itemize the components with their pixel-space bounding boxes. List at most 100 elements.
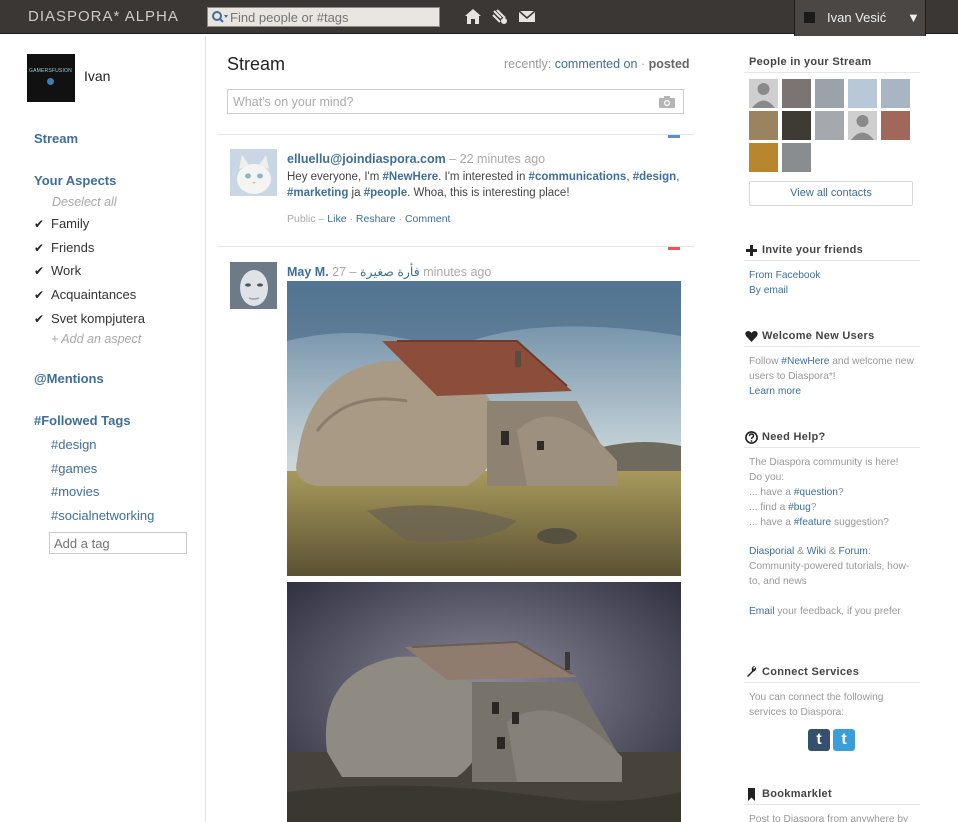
app-logo[interactable]: DIASPORA* ALPHA [28, 8, 179, 25]
tag-link-socialnetworking[interactable]: #socialnetworking [51, 508, 154, 523]
contact-avatar[interactable] [749, 143, 778, 172]
connect-text-line: You can connect the following [749, 692, 884, 703]
tumblr-button[interactable]: t [808, 729, 830, 751]
welcome-text: Follow #NewHere and welcome new users to… [749, 354, 921, 399]
post-photo[interactable] [287, 281, 681, 576]
aspect-item-acquaintances[interactable]: ✔ Acquaintances [34, 287, 136, 302]
contact-avatar[interactable] [848, 111, 877, 140]
email-feedback-link[interactable]: Email [749, 606, 774, 617]
tag-link[interactable]: #design [633, 171, 676, 183]
search-input[interactable] [230, 9, 435, 25]
notifications-icon[interactable] [491, 8, 509, 25]
contact-avatar[interactable] [749, 79, 778, 108]
community-text-part: & [794, 546, 807, 557]
add-aspect-link[interactable]: + Add an aspect [51, 332, 141, 346]
add-tag-input[interactable] [49, 532, 187, 554]
contact-avatar[interactable] [815, 111, 844, 140]
avatar[interactable]: GAMERSFUSION [27, 54, 75, 102]
help-text-part: ... have a [749, 517, 794, 528]
post-author-link[interactable]: May M. [287, 265, 329, 279]
like-link[interactable]: Like [327, 213, 346, 225]
chevron-down-icon[interactable]: ▼ [907, 10, 920, 25]
aspect-item-friends[interactable]: ✔ Friends [34, 240, 94, 255]
feature-tag-link[interactable]: #feature [794, 517, 831, 528]
forum-link[interactable]: Forum [838, 546, 867, 557]
hide-post-button[interactable] [668, 135, 680, 138]
post-author-link[interactable]: elluellu@joindiaspora.com [287, 152, 446, 166]
contact-avatar[interactable] [881, 79, 910, 108]
diasporial-link[interactable]: Diasporial [749, 546, 794, 557]
checkmark-icon: ✔ [34, 264, 45, 278]
post-header: May M. 27 – فأرة صغيرة minutes ago [287, 264, 491, 279]
post-avatar[interactable] [230, 262, 277, 309]
post-timestamp[interactable]: minutes ago [423, 265, 491, 279]
publisher-input[interactable]: What's on your mind? [227, 89, 684, 114]
tag-link-design[interactable]: #design [51, 437, 97, 452]
tag-link[interactable]: #marketing [287, 187, 348, 199]
post-photo[interactable] [287, 582, 681, 822]
aspect-item-work[interactable]: ✔ Work [34, 263, 81, 278]
stream-sort: recently: commented on · posted [504, 57, 690, 71]
divider [744, 260, 920, 261]
newhere-tag-link[interactable]: #NewHere [781, 356, 829, 367]
hide-post-button[interactable] [668, 247, 680, 250]
mail-icon[interactable] [518, 8, 536, 25]
contact-avatar[interactable] [782, 111, 811, 140]
people-heading: People in your Stream [749, 56, 872, 68]
connect-heading: Connect Services [762, 666, 860, 678]
checkmark-icon: ✔ [34, 312, 45, 326]
post-timestamp[interactable]: – 22 minutes ago [449, 152, 545, 166]
user-menu-avatar [804, 12, 815, 23]
plus-icon [746, 245, 757, 256]
contact-avatar[interactable] [848, 79, 877, 108]
comment-link[interactable]: Comment [405, 213, 451, 225]
aspect-label: Family [51, 216, 90, 231]
question-tag-link[interactable]: #question [794, 487, 838, 498]
tag-link[interactable]: #people [364, 187, 407, 199]
post-text-part: , [676, 171, 680, 183]
feedback-text-part: your feedback, if you prefer [774, 606, 901, 617]
deselect-all-link[interactable]: Deselect all [52, 195, 117, 209]
sidebar-item-followed-tags[interactable]: #Followed Tags [34, 413, 131, 428]
view-all-contacts-button[interactable]: View all contacts [749, 181, 913, 206]
aspect-label: Acquaintances [51, 287, 137, 302]
tag-link-games[interactable]: #games [51, 461, 97, 476]
contact-avatar[interactable] [881, 111, 910, 140]
feedback-text: Email your feedback, if you prefer [749, 604, 921, 619]
aspect-item-svet-kompjutera[interactable]: ✔ Svet kompjutera [34, 311, 145, 326]
wiki-link[interactable]: Wiki [807, 546, 826, 557]
top-bar: DIASPORA* ALPHA Ivan Vesić ▼ [0, 0, 958, 36]
tag-link[interactable]: #communications [529, 171, 627, 183]
face-avatar-image [230, 262, 277, 309]
avatar-text: GAMERSFUSION [29, 68, 72, 74]
user-menu[interactable]: Ivan Vesić ▼ [794, 0, 926, 36]
by-email-link[interactable]: By email [749, 285, 788, 296]
post-avatar[interactable] [230, 149, 277, 196]
search-box[interactable] [207, 7, 440, 27]
contact-avatar[interactable] [749, 111, 778, 140]
contact-avatar[interactable] [782, 79, 811, 108]
divider [744, 447, 920, 448]
post-visibility[interactable]: Public [287, 213, 316, 225]
aspect-item-family[interactable]: ✔ Family [34, 216, 89, 231]
profile-name[interactable]: Ivan [84, 68, 110, 84]
post-text-part: Hey everyone, I'm [287, 171, 383, 183]
camera-icon[interactable] [659, 95, 675, 108]
sidebar-item-aspects[interactable]: Your Aspects [34, 173, 116, 188]
contact-avatar[interactable] [815, 79, 844, 108]
learn-more-link[interactable]: Learn more [749, 386, 801, 397]
sidebar-item-stream[interactable]: Stream [34, 131, 78, 146]
sort-commented-link[interactable]: commented on [555, 57, 638, 71]
from-facebook-link[interactable]: From Facebook [749, 270, 820, 281]
divider [217, 246, 694, 247]
bug-tag-link[interactable]: #bug [788, 502, 811, 513]
tag-link-movies[interactable]: #movies [51, 484, 99, 499]
sort-posted-link[interactable]: posted [649, 57, 690, 71]
home-icon[interactable] [464, 8, 482, 25]
reshare-link[interactable]: Reshare [356, 213, 396, 225]
tag-link[interactable]: #NewHere [383, 171, 439, 183]
sidebar-item-mentions[interactable]: @Mentions [34, 371, 104, 386]
welcome-text-part: and welcome new [829, 356, 914, 367]
twitter-button[interactable]: t [833, 729, 855, 751]
contact-avatar[interactable] [782, 143, 811, 172]
